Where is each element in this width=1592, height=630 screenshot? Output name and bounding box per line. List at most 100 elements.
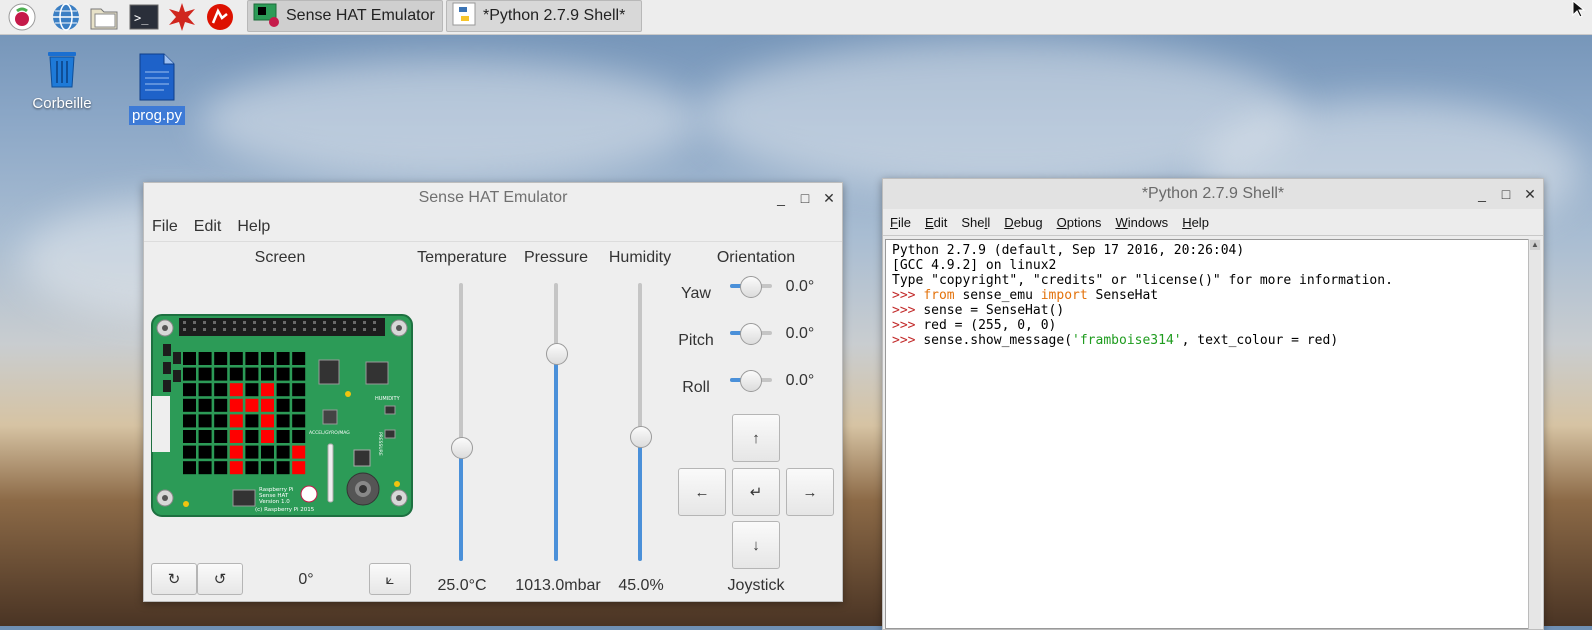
board-accel-text: ACCEL/GYRO/MAG <box>309 430 350 436</box>
led-pixel <box>292 383 306 397</box>
led-pixel <box>198 461 212 475</box>
taskbar: >_ Sense HAT Emulator *Python 2.7.9 Shel… <box>0 0 1592 35</box>
led-pixel <box>276 461 290 475</box>
joystick-enter-button[interactable]: ↵ <box>732 468 780 516</box>
flip-button[interactable]: ⟀ <box>369 563 411 595</box>
pitch-value: 0.0° <box>785 325 815 342</box>
close-icon[interactable]: ✕ <box>1523 186 1537 203</box>
task-python-shell[interactable]: *Python 2.7.9 Shell* <box>446 0 642 32</box>
slider-knob[interactable] <box>740 323 762 345</box>
joystick-label: Joystick <box>727 577 785 594</box>
sense-hat-window: Sense HAT Emulator _ □ ✕ File Edit Help … <box>143 182 843 602</box>
led-pixel <box>261 352 274 365</box>
rotate-cw-icon: ↻ <box>167 571 181 588</box>
led-pixel <box>183 367 196 381</box>
web-browser-icon[interactable] <box>50 1 82 33</box>
shell-line: >>> red = (255, 0, 0) <box>892 318 1057 333</box>
desktop-icon-prog-py[interactable]: prog.py <box>122 52 192 125</box>
slider-knob[interactable] <box>451 437 473 460</box>
slider-knob[interactable] <box>546 342 568 365</box>
slider-knob[interactable] <box>740 276 762 298</box>
led-pixel <box>245 398 259 412</box>
led-pixel <box>245 414 259 428</box>
board-pressure-text: PRESSURE <box>377 432 383 456</box>
joystick-right-button[interactable]: → <box>786 468 834 516</box>
led-pixel <box>214 461 228 475</box>
led-pixel <box>198 352 212 365</box>
terminal-icon[interactable]: >_ <box>128 1 160 33</box>
shell-line: >>> sense.show_message('framboise314', t… <box>892 333 1339 348</box>
joystick-up-button[interactable]: ↑ <box>732 414 780 462</box>
led-pixel <box>229 352 243 365</box>
python-icon <box>451 1 477 32</box>
led-pixel <box>292 430 306 443</box>
menu-item[interactable]: Options <box>1050 215 1109 230</box>
roll-label: Roll <box>682 379 710 396</box>
shell-line: >>> from sense_emu import SenseHat <box>892 288 1159 303</box>
led-pixel <box>183 461 196 475</box>
task-label: *Python 2.7.9 Shell* <box>483 7 626 24</box>
led-pixel <box>292 461 306 475</box>
svg-text:>_: >_ <box>134 11 149 25</box>
minimize-icon[interactable]: _ <box>1475 186 1489 202</box>
window-titlebar[interactable]: *Python 2.7.9 Shell* _ □ ✕ <box>883 179 1543 209</box>
sense-hat-board: HUMIDITY ACCEL/GYRO/MAG PRESSURE Raspber… <box>151 314 413 522</box>
rotation-value: 0° <box>298 571 314 588</box>
led-pixel <box>214 367 228 381</box>
maximize-icon[interactable]: □ <box>1499 186 1513 202</box>
led-pixel <box>261 414 274 428</box>
shell-line: [GCC 4.9.2] on linux2 <box>892 258 1057 273</box>
led-pixel <box>183 398 196 412</box>
menu-item[interactable]: Edit <box>918 215 954 230</box>
shell-output[interactable]: Python 2.7.9 (default, Sep 17 2016, 20:2… <box>885 239 1529 629</box>
rotate-ccw-icon: ↺ <box>213 571 227 588</box>
menu-item[interactable]: Shell <box>954 215 997 230</box>
led-pixel <box>261 383 274 397</box>
led-pixel <box>214 383 228 397</box>
orientation-label: Orientation <box>716 249 796 266</box>
led-pixel <box>229 430 243 443</box>
mathematica-icon[interactable] <box>166 1 198 33</box>
scroll-up-icon[interactable]: ▲ <box>1530 240 1540 250</box>
rotate-counterclockwise-button[interactable]: ↺ <box>197 563 243 595</box>
desktop-icon-trash[interactable]: Corbeille <box>24 46 100 113</box>
menu-item[interactable]: Help <box>1175 215 1216 230</box>
vertical-scrollbar[interactable]: ▲ <box>1528 239 1541 629</box>
raspberry-menu-icon[interactable] <box>6 1 38 33</box>
menu-item[interactable]: Windows <box>1108 215 1175 230</box>
rotate-clockwise-button[interactable]: ↻ <box>151 563 197 595</box>
screen-label: Screen <box>254 249 306 266</box>
shell-line: Python 2.7.9 (default, Sep 17 2016, 20:2… <box>892 243 1245 258</box>
mouse-cursor-icon <box>1572 0 1586 18</box>
shell-line: >>> sense = SenseHat() <box>892 303 1065 318</box>
led-pixel <box>214 352 228 365</box>
led-pixel <box>261 430 274 443</box>
yaw-value: 0.0° <box>785 278 815 295</box>
roll-value: 0.0° <box>785 372 815 389</box>
enter-icon: ↵ <box>749 484 763 501</box>
led-pixel <box>261 367 274 381</box>
led-pixel <box>245 383 259 397</box>
menu-item[interactable]: Debug <box>997 215 1049 230</box>
led-pixel <box>183 445 196 459</box>
led-pixel <box>229 398 243 412</box>
file-manager-icon[interactable] <box>88 1 120 33</box>
board-version-text: Version 1.0 <box>259 499 290 505</box>
humidity-value: 45.0% <box>618 577 664 594</box>
menu-item[interactable]: File <box>883 215 918 230</box>
joystick-down-button[interactable]: ↓ <box>732 521 780 569</box>
flip-icon: ⟀ <box>385 570 395 588</box>
task-sense-hat-emulator[interactable]: Sense HAT Emulator <box>247 0 443 32</box>
arrow-up-icon: ↑ <box>752 429 760 447</box>
led-pixel <box>245 445 259 459</box>
led-pixel <box>198 398 212 412</box>
yaw-label: Yaw <box>681 285 711 302</box>
led-pixel <box>261 445 274 459</box>
led-pixel <box>276 445 290 459</box>
wolfram-icon[interactable] <box>204 1 236 33</box>
slider-knob[interactable] <box>630 425 652 448</box>
slider-knob[interactable] <box>740 370 762 392</box>
temperature-value: 25.0°C <box>437 577 487 594</box>
joystick-left-button[interactable]: ← <box>678 468 726 516</box>
led-pixel <box>245 352 259 365</box>
